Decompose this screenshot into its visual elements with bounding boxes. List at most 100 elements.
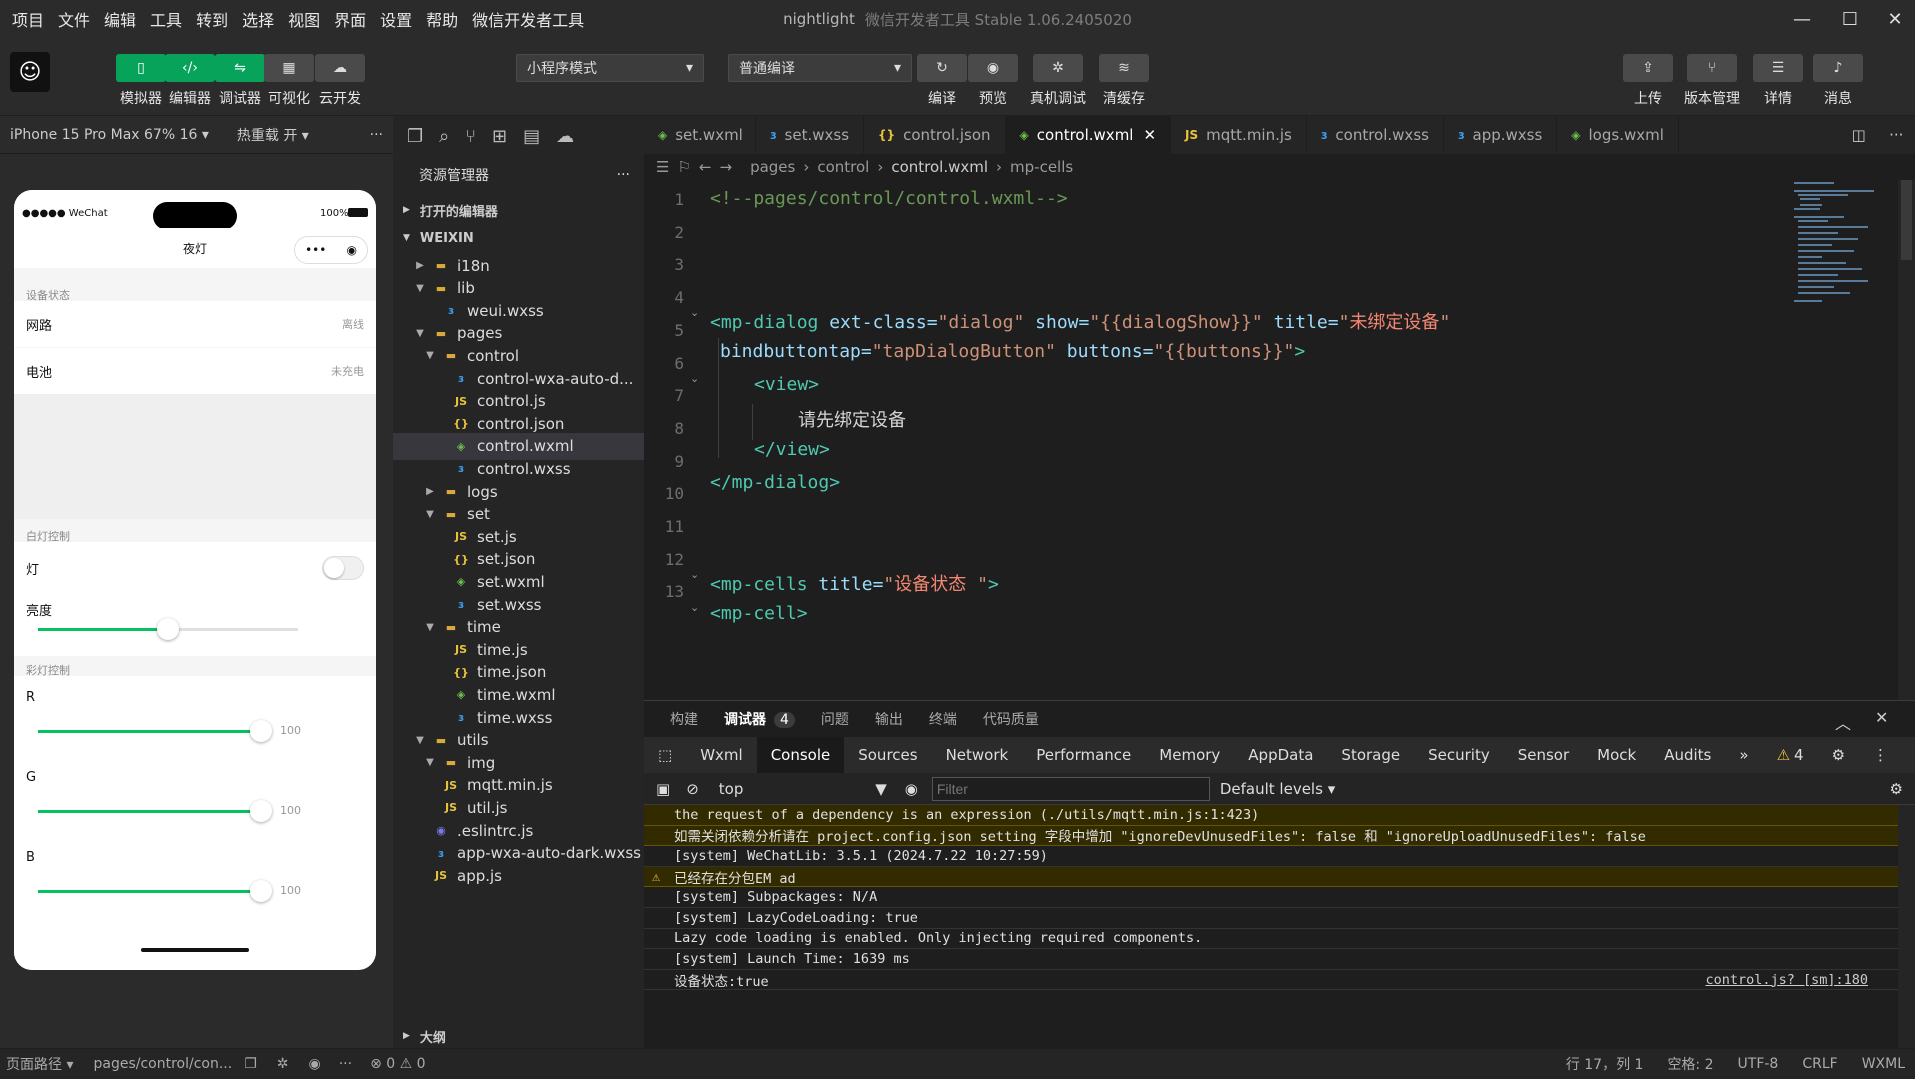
more-icon[interactable]: ⋮ [1859, 737, 1902, 773]
menu-item[interactable]: 转到 [196, 7, 228, 31]
page-path-select[interactable]: 页面路径 ▾ [6, 1054, 73, 1074]
filter-input[interactable] [931, 776, 1210, 801]
problems-count[interactable]: ⊗ 0 ⚠ 0 [370, 1056, 425, 1072]
menu-item[interactable]: 帮助 [426, 7, 458, 31]
devtools-tab[interactable]: Storage [1327, 737, 1414, 773]
panel-tab[interactable]: 调试器 4 [724, 709, 795, 729]
g-slider-knob[interactable] [250, 800, 272, 822]
action-button[interactable]: ⇪ [1623, 54, 1673, 82]
editor-tab[interactable]: JS mqtt.min.js [1171, 116, 1307, 154]
settings-icon[interactable]: ⚙ [1818, 737, 1859, 773]
devtools-tab[interactable]: Security [1414, 737, 1504, 773]
debugger-button[interactable]: ⇋ [215, 54, 265, 82]
sidebar-toggle-icon[interactable]: ▣ [656, 780, 670, 798]
devtools-tab[interactable]: Performance [1022, 737, 1145, 773]
fold-icon[interactable]: ⌄ [690, 306, 699, 319]
action-button[interactable]: ↻ [917, 54, 967, 82]
menu-item[interactable]: 项目 [12, 7, 44, 31]
cloud-dev-button[interactable]: ☁ [315, 54, 365, 82]
action-button[interactable]: ◉ [968, 54, 1018, 82]
b-slider[interactable] [38, 890, 254, 893]
breadcrumb-item[interactable]: control [817, 158, 869, 176]
code-editor[interactable]: 1 2 3 4 5 6 7 8 9 10 11 12 13 <!--pages/control/cont… [644, 180, 1915, 700]
editor-button[interactable]: ‹/› [165, 54, 215, 82]
menu-item[interactable]: 文件 [58, 7, 90, 31]
dock-icon[interactable]: ◫ [1902, 737, 1915, 773]
tree-item[interactable]: JS app.js [393, 862, 644, 889]
devtools-tab[interactable]: Console [756, 737, 845, 773]
more-tabs-icon[interactable]: » [1725, 737, 1762, 773]
close-panel-icon[interactable]: ✕ [1875, 708, 1888, 727]
breadcrumb-item[interactable]: mp-cells [1010, 158, 1073, 176]
settings-icon[interactable]: ⚙ [1890, 780, 1903, 798]
levels-select[interactable]: Default levels ▾ [1220, 780, 1335, 798]
editor-tab[interactable]: ɜ set.wxss [756, 116, 865, 154]
bookmark-icon[interactable]: ⚐ [677, 158, 690, 176]
warning-count[interactable]: ⚠ 4 [1763, 737, 1818, 773]
editor-tab[interactable]: ɜ control.wxss [1307, 116, 1444, 154]
devtools-tab[interactable]: Audits [1650, 737, 1725, 773]
page-path[interactable]: pages/control/con... [93, 1056, 232, 1072]
slider-knob[interactable] [157, 618, 179, 640]
files-icon[interactable]: ❐ [407, 126, 423, 147]
panel-tab[interactable]: 输出 [875, 709, 903, 729]
more-icon[interactable]: ··· [617, 167, 630, 183]
cloud-icon[interactable]: ☁ [556, 126, 574, 147]
open-editors-section[interactable]: ▶ 打开的编辑器 [393, 196, 644, 224]
hot-reload-toggle[interactable]: 热重载 开 ▾ [237, 125, 309, 145]
more-icon[interactable]: ··· [339, 1056, 352, 1072]
language-mode[interactable]: WXML [1862, 1056, 1905, 1072]
root-section[interactable]: ▼ WEIXIN [393, 224, 644, 252]
bug-icon[interactable]: ✲ [277, 1056, 289, 1072]
light-switch[interactable] [322, 556, 364, 580]
cursor-position[interactable]: 行 17，列 1 [1566, 1054, 1644, 1074]
eye-icon[interactable]: ◉ [905, 780, 918, 798]
maximize-icon[interactable]: ☐ [1830, 0, 1870, 38]
devtools-tab[interactable]: Sources [844, 737, 931, 773]
breadcrumb-item[interactable]: pages [750, 158, 795, 176]
menu-item[interactable]: 视图 [288, 7, 320, 31]
fold-icon[interactable]: ⌄ [690, 568, 699, 581]
close-window-icon[interactable]: ✕ [1875, 0, 1915, 38]
fold-icon[interactable]: ⌄ [690, 601, 699, 614]
action-button[interactable]: ≋ [1099, 54, 1149, 82]
more-dots-icon[interactable]: ••• [305, 243, 326, 257]
editor-tab[interactable]: {} control.json [864, 116, 1006, 154]
clear-console-icon[interactable]: ⊘ [686, 780, 699, 798]
console-scrollbar[interactable] [1898, 805, 1915, 1048]
action-button[interactable]: ♪ [1813, 54, 1863, 82]
menu-item[interactable]: 微信开发者工具 [472, 7, 584, 31]
panel-tab[interactable]: 构建 [670, 709, 698, 729]
close-mini-icon[interactable]: ◉ [346, 243, 356, 257]
b-slider-knob[interactable] [250, 880, 272, 902]
devtools-tab[interactable]: Network [932, 737, 1023, 773]
editor-tab[interactable]: ɜ app.wxss [1444, 116, 1558, 154]
menu-item[interactable]: 编辑 [104, 7, 136, 31]
g-slider[interactable] [38, 810, 254, 813]
search-icon[interactable]: ⌕ [439, 126, 449, 147]
devtools-tab[interactable]: Sensor [1504, 737, 1583, 773]
line-ending[interactable]: CRLF [1802, 1056, 1837, 1072]
compile-select[interactable]: 普通编译 ▾ [728, 54, 912, 82]
mode-select[interactable]: 小程序模式 ▾ [516, 54, 704, 82]
visual-button[interactable]: ▦ [264, 54, 314, 82]
avatar[interactable]: ☺ [10, 52, 50, 92]
more-icon[interactable]: ··· [1889, 126, 1903, 144]
editor-tab[interactable]: ◈ control.wxml ✕ [1005, 116, 1172, 154]
database-icon[interactable]: ▤ [523, 126, 540, 147]
devtools-tab[interactable]: AppData [1234, 737, 1327, 773]
panel-tab[interactable]: 终端 [929, 709, 957, 729]
back-icon[interactable]: ← [699, 158, 712, 176]
console-source-link[interactable]: control.js? [sm]:180 [1705, 972, 1868, 988]
split-editor-icon[interactable]: ◫ [1852, 126, 1866, 144]
menu-item[interactable]: 工具 [150, 7, 182, 31]
copy-icon[interactable]: ❐ [244, 1056, 257, 1072]
context-select[interactable]: top ▼ [719, 780, 887, 798]
close-tab-icon[interactable]: ✕ [1143, 126, 1156, 144]
menu-item[interactable]: 设置 [380, 7, 412, 31]
devtools-tab[interactable]: Mock [1583, 737, 1650, 773]
action-button[interactable]: ☰ [1753, 54, 1803, 82]
devtools-tab[interactable]: Memory [1145, 737, 1234, 773]
extensions-icon[interactable]: ⊞ [492, 126, 507, 147]
git-icon[interactable]: ⑂ [465, 126, 476, 147]
